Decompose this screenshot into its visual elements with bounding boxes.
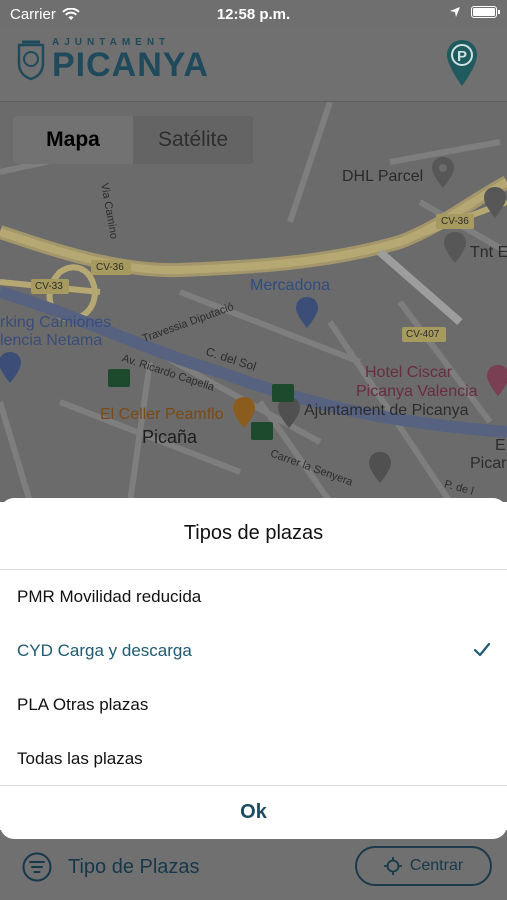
center-button[interactable]: Centrar (355, 846, 492, 886)
poi-hotel-2: Picanya Valencia (356, 383, 478, 400)
checkmark-icon (473, 642, 491, 657)
option-cyd[interactable]: CYD Carga y descarga (0, 624, 507, 678)
bottom-bar: Tipo de Plazas Centrar (0, 830, 507, 900)
poi-edge-1: E (495, 437, 506, 454)
poi-tnt: Tnt E (470, 244, 507, 261)
plaza-type-sheet: Tipos de plazas PMR Movilidad reducida C… (0, 498, 507, 839)
option-label: PLA Otras plazas (17, 695, 149, 714)
sheet-title: Tipos de plazas (0, 498, 507, 570)
map-type-toggle[interactable]: Mapa Satélite (13, 116, 253, 164)
status-time: 12:58 p.m. (216, 6, 291, 23)
ok-button[interactable]: Ok (0, 785, 507, 839)
battery-icon (471, 6, 500, 18)
option-label: Todas las plazas (17, 749, 143, 768)
poi-ajuntament: Ajuntament de Picanya (304, 402, 469, 419)
poi-celler: El Celler Peamflo (100, 406, 224, 423)
plaza-type-label[interactable]: Tipo de Plazas (68, 856, 200, 879)
map-type-satellite[interactable]: Satélite (133, 116, 253, 164)
coat-of-arms-icon (17, 40, 45, 81)
logo-title: PICANYA (52, 46, 209, 84)
road-shield-cv33: CV-33 (35, 281, 63, 292)
center-button-label: Centrar (409, 857, 464, 874)
road-shield-cv36: CV-36 (96, 262, 124, 273)
poi-mercadona: Mercadona (250, 277, 331, 294)
map-view[interactable]: Mapa Satélite DHL Parcel Tnt E Mercadona… (0, 102, 507, 502)
road-shield-cv36-b: CV-36 (441, 216, 469, 227)
road-shield-cv407: CV-407 (406, 329, 440, 340)
location-arrow-icon (450, 7, 460, 17)
poi-hotel: Hotel Ciscar (365, 364, 453, 381)
poi-parking-2: lencia Netama (0, 332, 103, 349)
option-label: CYD Carga y descarga (17, 641, 192, 660)
option-todas[interactable]: Todas las plazas (0, 732, 507, 786)
poi-parking: rking Camiones (0, 314, 112, 331)
status-bar: Carrier 12:58 p.m. (0, 0, 507, 28)
app-header: AJUNTAMENT PICANYA P (0, 28, 507, 102)
town-label: Picaña (142, 427, 198, 447)
crosshair-icon (383, 857, 402, 875)
filter-icon[interactable] (22, 852, 52, 882)
option-pla[interactable]: PLA Otras plazas (0, 678, 507, 732)
poi-dhl: DHL Parcel (342, 168, 424, 185)
map-type-map[interactable]: Mapa (13, 116, 133, 164)
svg-text:P: P (457, 48, 467, 65)
parking-pin-icon[interactable]: P (445, 38, 479, 88)
picanya-logo: AJUNTAMENT PICANYA (16, 38, 209, 82)
option-pmr[interactable]: PMR Movilidad reducida (0, 570, 507, 624)
poi-edge-2: Picar (470, 455, 507, 472)
option-label: PMR Movilidad reducida (17, 587, 202, 606)
